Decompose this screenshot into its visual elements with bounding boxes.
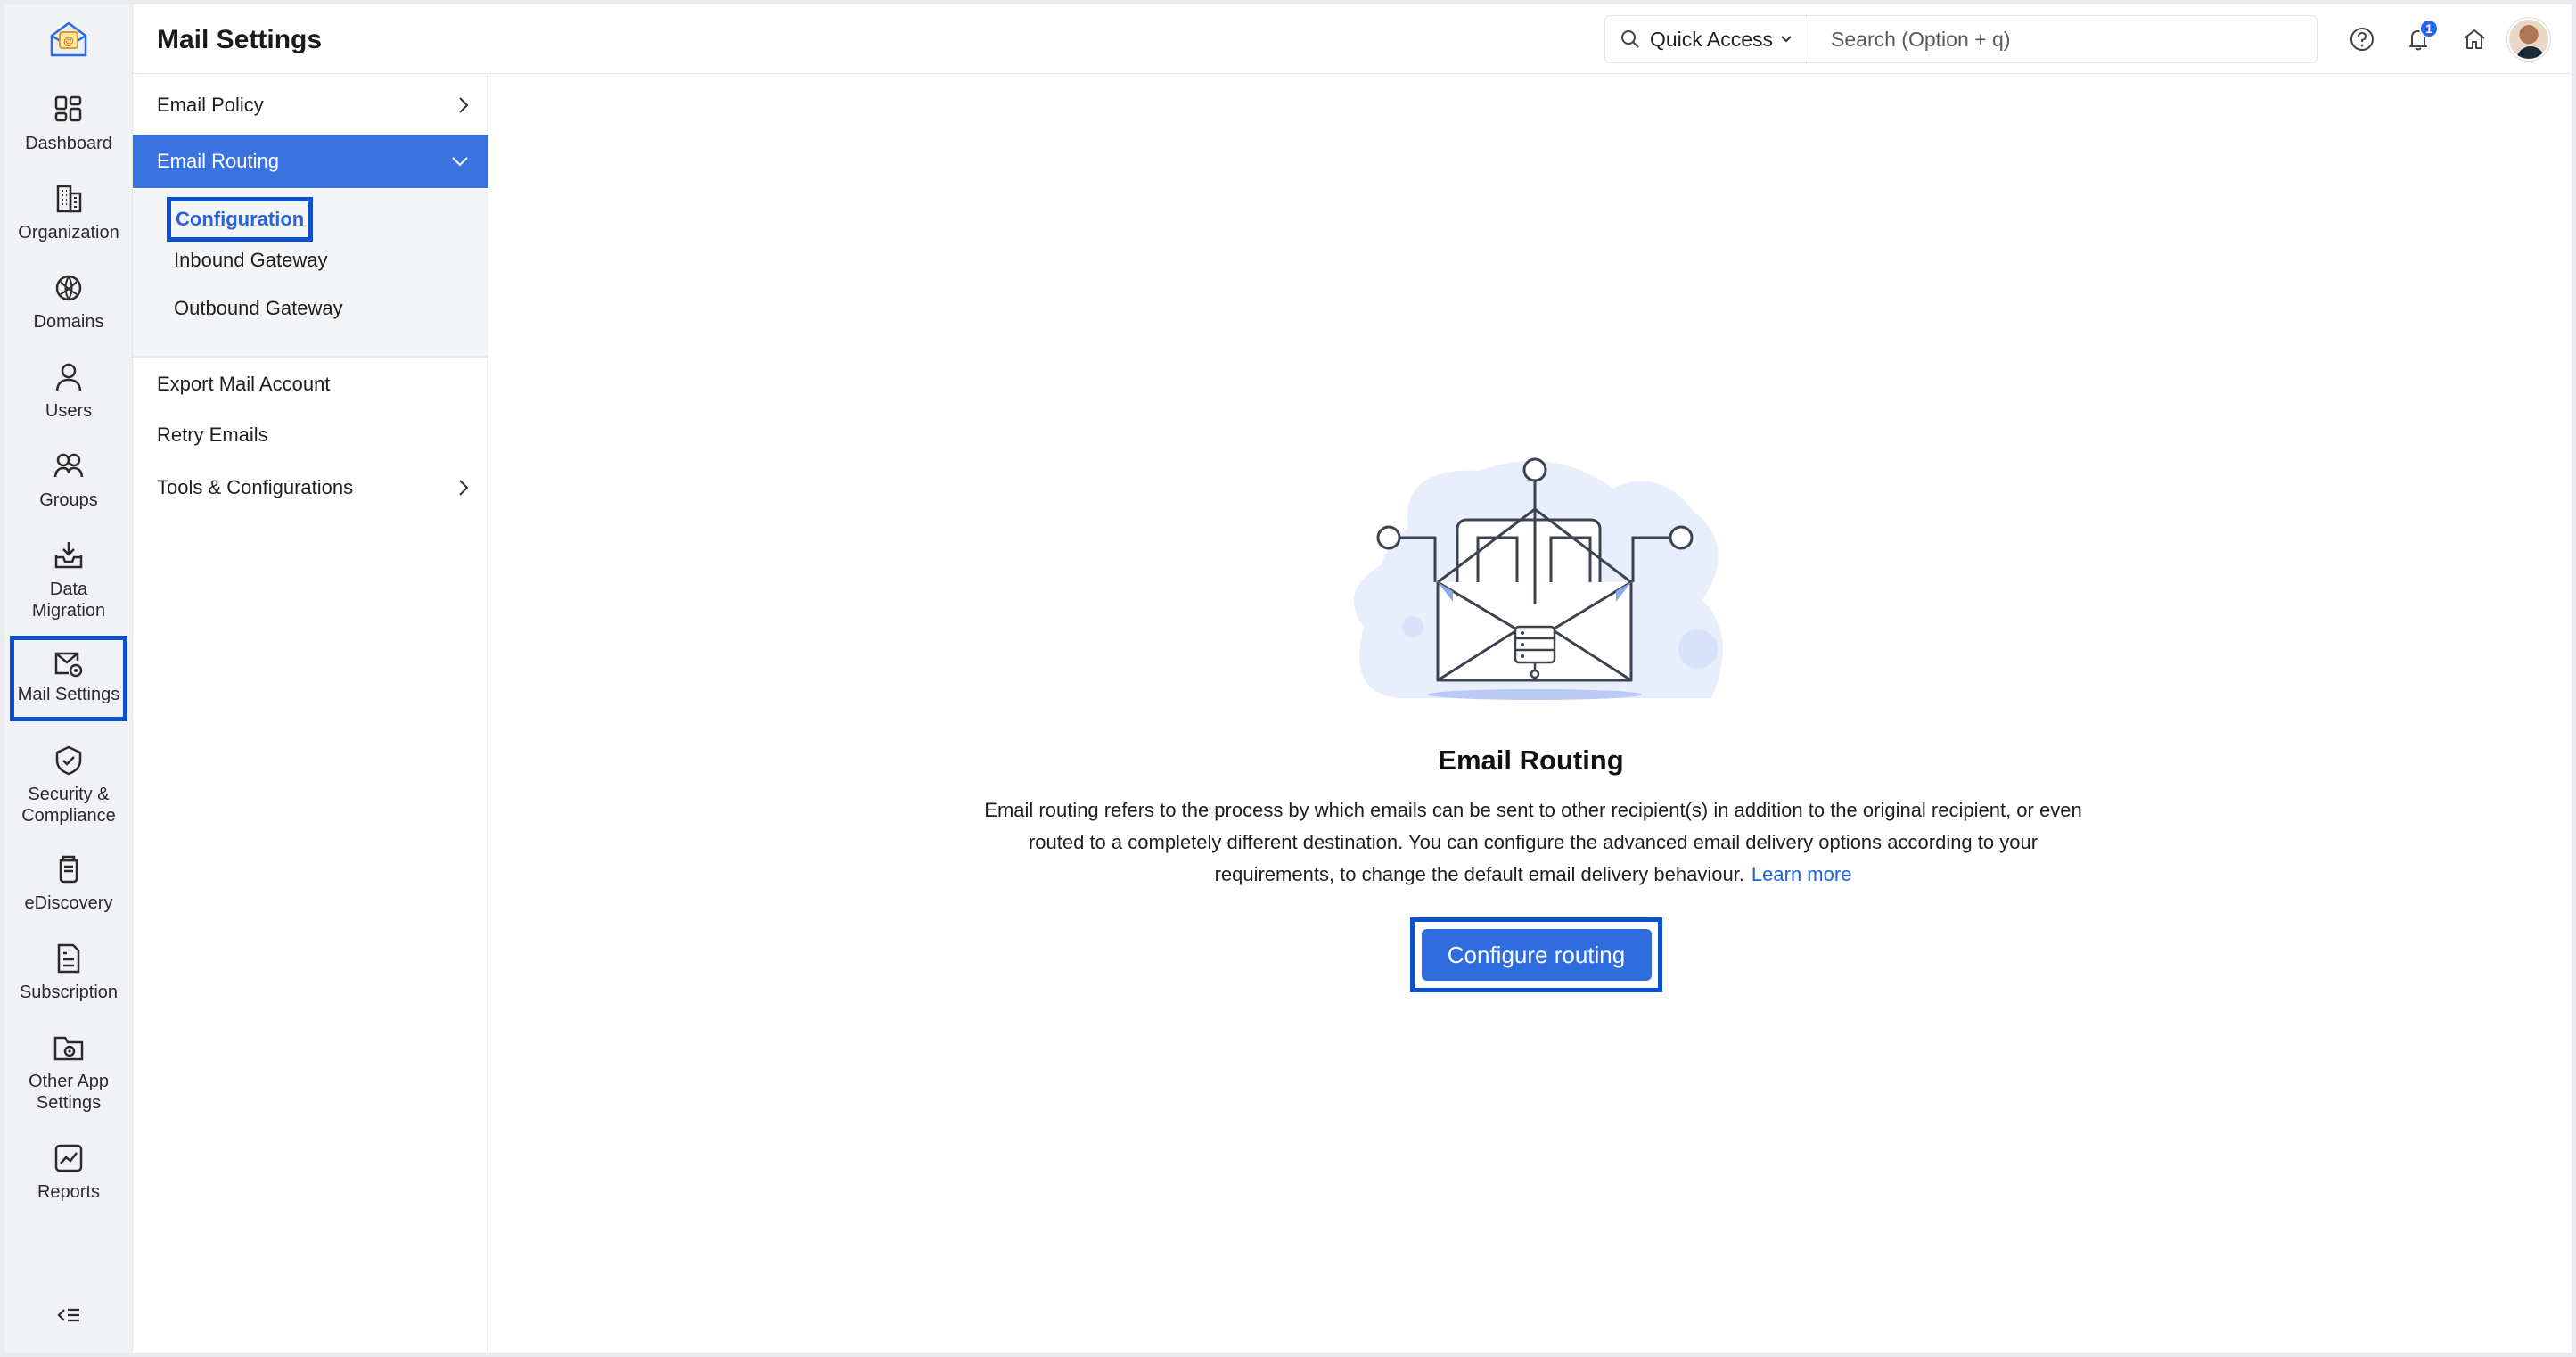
- chevron-down-icon: [1781, 36, 1792, 43]
- subnav-item-configuration[interactable]: Configuration: [167, 197, 314, 242]
- rail-label: Subscription: [19, 983, 119, 1002]
- rail-item-users[interactable]: Users: [4, 359, 133, 422]
- main-content: Email Routing Email routing refers to th…: [490, 74, 2572, 1353]
- nav-item-label: Email Policy: [157, 94, 264, 116]
- search-bar: Quick Access: [1604, 15, 2318, 63]
- rail-label: Organization: [18, 223, 119, 243]
- quick-access-label: Quick Access: [1650, 27, 1774, 51]
- ediscovery-icon: [59, 855, 78, 884]
- rail-item-reports[interactable]: Reports: [4, 1140, 133, 1203]
- subnav-item-inbound-gateway[interactable]: Inbound Gateway: [174, 249, 327, 272]
- organization-icon: [56, 185, 82, 213]
- subnav-item-outbound-gateway[interactable]: Outbound Gateway: [174, 297, 343, 320]
- email-routing-illustration: [1353, 457, 1723, 700]
- app-logo-icon[interactable]: @: [4, 4, 133, 74]
- configure-routing-button[interactable]: Configure routing: [1421, 929, 1652, 981]
- nav-item-label: Email Routing: [157, 150, 279, 172]
- settings-subnav: Email Policy Email Routing Configuration…: [133, 74, 488, 1353]
- rail-label: Reports: [37, 1182, 101, 1202]
- email-routing-submenu: Configuration Inbound Gateway Outbound G…: [133, 190, 488, 358]
- collapse-sidebar-icon[interactable]: [51, 1297, 86, 1333]
- rail-item-dashboard[interactable]: Dashboard: [4, 92, 133, 154]
- rail-label: Mail Settings: [17, 685, 120, 704]
- app-window: @ Dashboard Organization Domains Users G…: [4, 4, 2572, 1353]
- rail-label: Domains: [33, 312, 104, 332]
- rail-item-domains[interactable]: Domains: [4, 270, 133, 333]
- search-icon: [1621, 30, 1639, 48]
- nav-item-retry-emails[interactable]: Retry Emails: [133, 408, 488, 462]
- chevron-down-icon: [452, 157, 468, 167]
- rail-item-subscription[interactable]: Subscription: [4, 941, 133, 1003]
- configure-routing-highlight: Configure routing: [1410, 917, 1662, 992]
- rail-item-security-compliance[interactable]: Security & Compliance: [4, 743, 133, 827]
- home-icon[interactable]: [2459, 24, 2490, 54]
- rail-item-organization[interactable]: Organization: [4, 181, 133, 243]
- dashboard-icon: [54, 95, 82, 122]
- notifications-bell-icon[interactable]: 1: [2403, 19, 2439, 54]
- groups-icon: [53, 453, 84, 478]
- svg-text:@: @: [63, 35, 74, 47]
- learn-more-link[interactable]: Learn more: [1752, 863, 1852, 885]
- description-text: Email routing refers to the process by w…: [984, 799, 2082, 885]
- rail-item-data-migration[interactable]: Data Migration: [4, 538, 133, 621]
- section-heading: Email Routing: [1438, 744, 1624, 776]
- rail-item-other-app-settings[interactable]: Other App Settings: [4, 1030, 133, 1114]
- rail-item-ediscovery[interactable]: eDiscovery: [4, 851, 133, 914]
- help-icon[interactable]: [2347, 24, 2377, 54]
- reports-icon: [54, 1144, 83, 1172]
- nav-item-tools-configurations[interactable]: Tools & Configurations: [133, 461, 488, 514]
- nav-item-label: Export Mail Account: [157, 373, 331, 395]
- data-migration-icon: [54, 542, 83, 569]
- top-header: Mail Settings Quick Access 1: [133, 4, 2572, 74]
- rail-label: Security & Compliance: [21, 785, 116, 826]
- mail-settings-icon: [54, 652, 83, 678]
- rail-label: Users: [45, 401, 93, 421]
- rail-label: Other App Settings: [28, 1072, 110, 1113]
- search-input[interactable]: [1809, 16, 2317, 62]
- shield-icon: [55, 745, 82, 776]
- chevron-right-icon: [459, 480, 469, 496]
- nav-item-email-routing[interactable]: Email Routing: [133, 135, 488, 188]
- globe-icon: [55, 275, 82, 301]
- quick-access-dropdown[interactable]: Quick Access: [1605, 16, 1810, 62]
- nav-item-email-policy[interactable]: Email Policy: [133, 78, 488, 132]
- rail-label: Groups: [39, 490, 98, 510]
- section-description: Email routing refers to the process by w…: [976, 794, 2090, 891]
- rail-label: Dashboard: [25, 134, 112, 153]
- user-icon: [55, 363, 82, 391]
- nav-item-label: Retry Emails: [157, 424, 268, 446]
- other-app-settings-icon: [53, 1036, 84, 1061]
- rail-item-mail-settings[interactable]: Mail Settings: [10, 636, 127, 721]
- user-avatar[interactable]: [2507, 18, 2550, 61]
- rail-label: eDiscovery: [24, 893, 113, 913]
- rail-label: Data Migration: [31, 580, 106, 621]
- nav-item-label: Tools & Configurations: [157, 476, 354, 498]
- subscription-icon: [57, 943, 80, 974]
- notification-badge: 1: [2419, 19, 2439, 38]
- chevron-right-icon: [459, 97, 469, 113]
- app-rail: @ Dashboard Organization Domains Users G…: [4, 4, 133, 1353]
- page-title: Mail Settings: [157, 25, 323, 54]
- rail-item-groups[interactable]: Groups: [4, 448, 133, 511]
- nav-item-export-mail-account[interactable]: Export Mail Account: [133, 358, 488, 411]
